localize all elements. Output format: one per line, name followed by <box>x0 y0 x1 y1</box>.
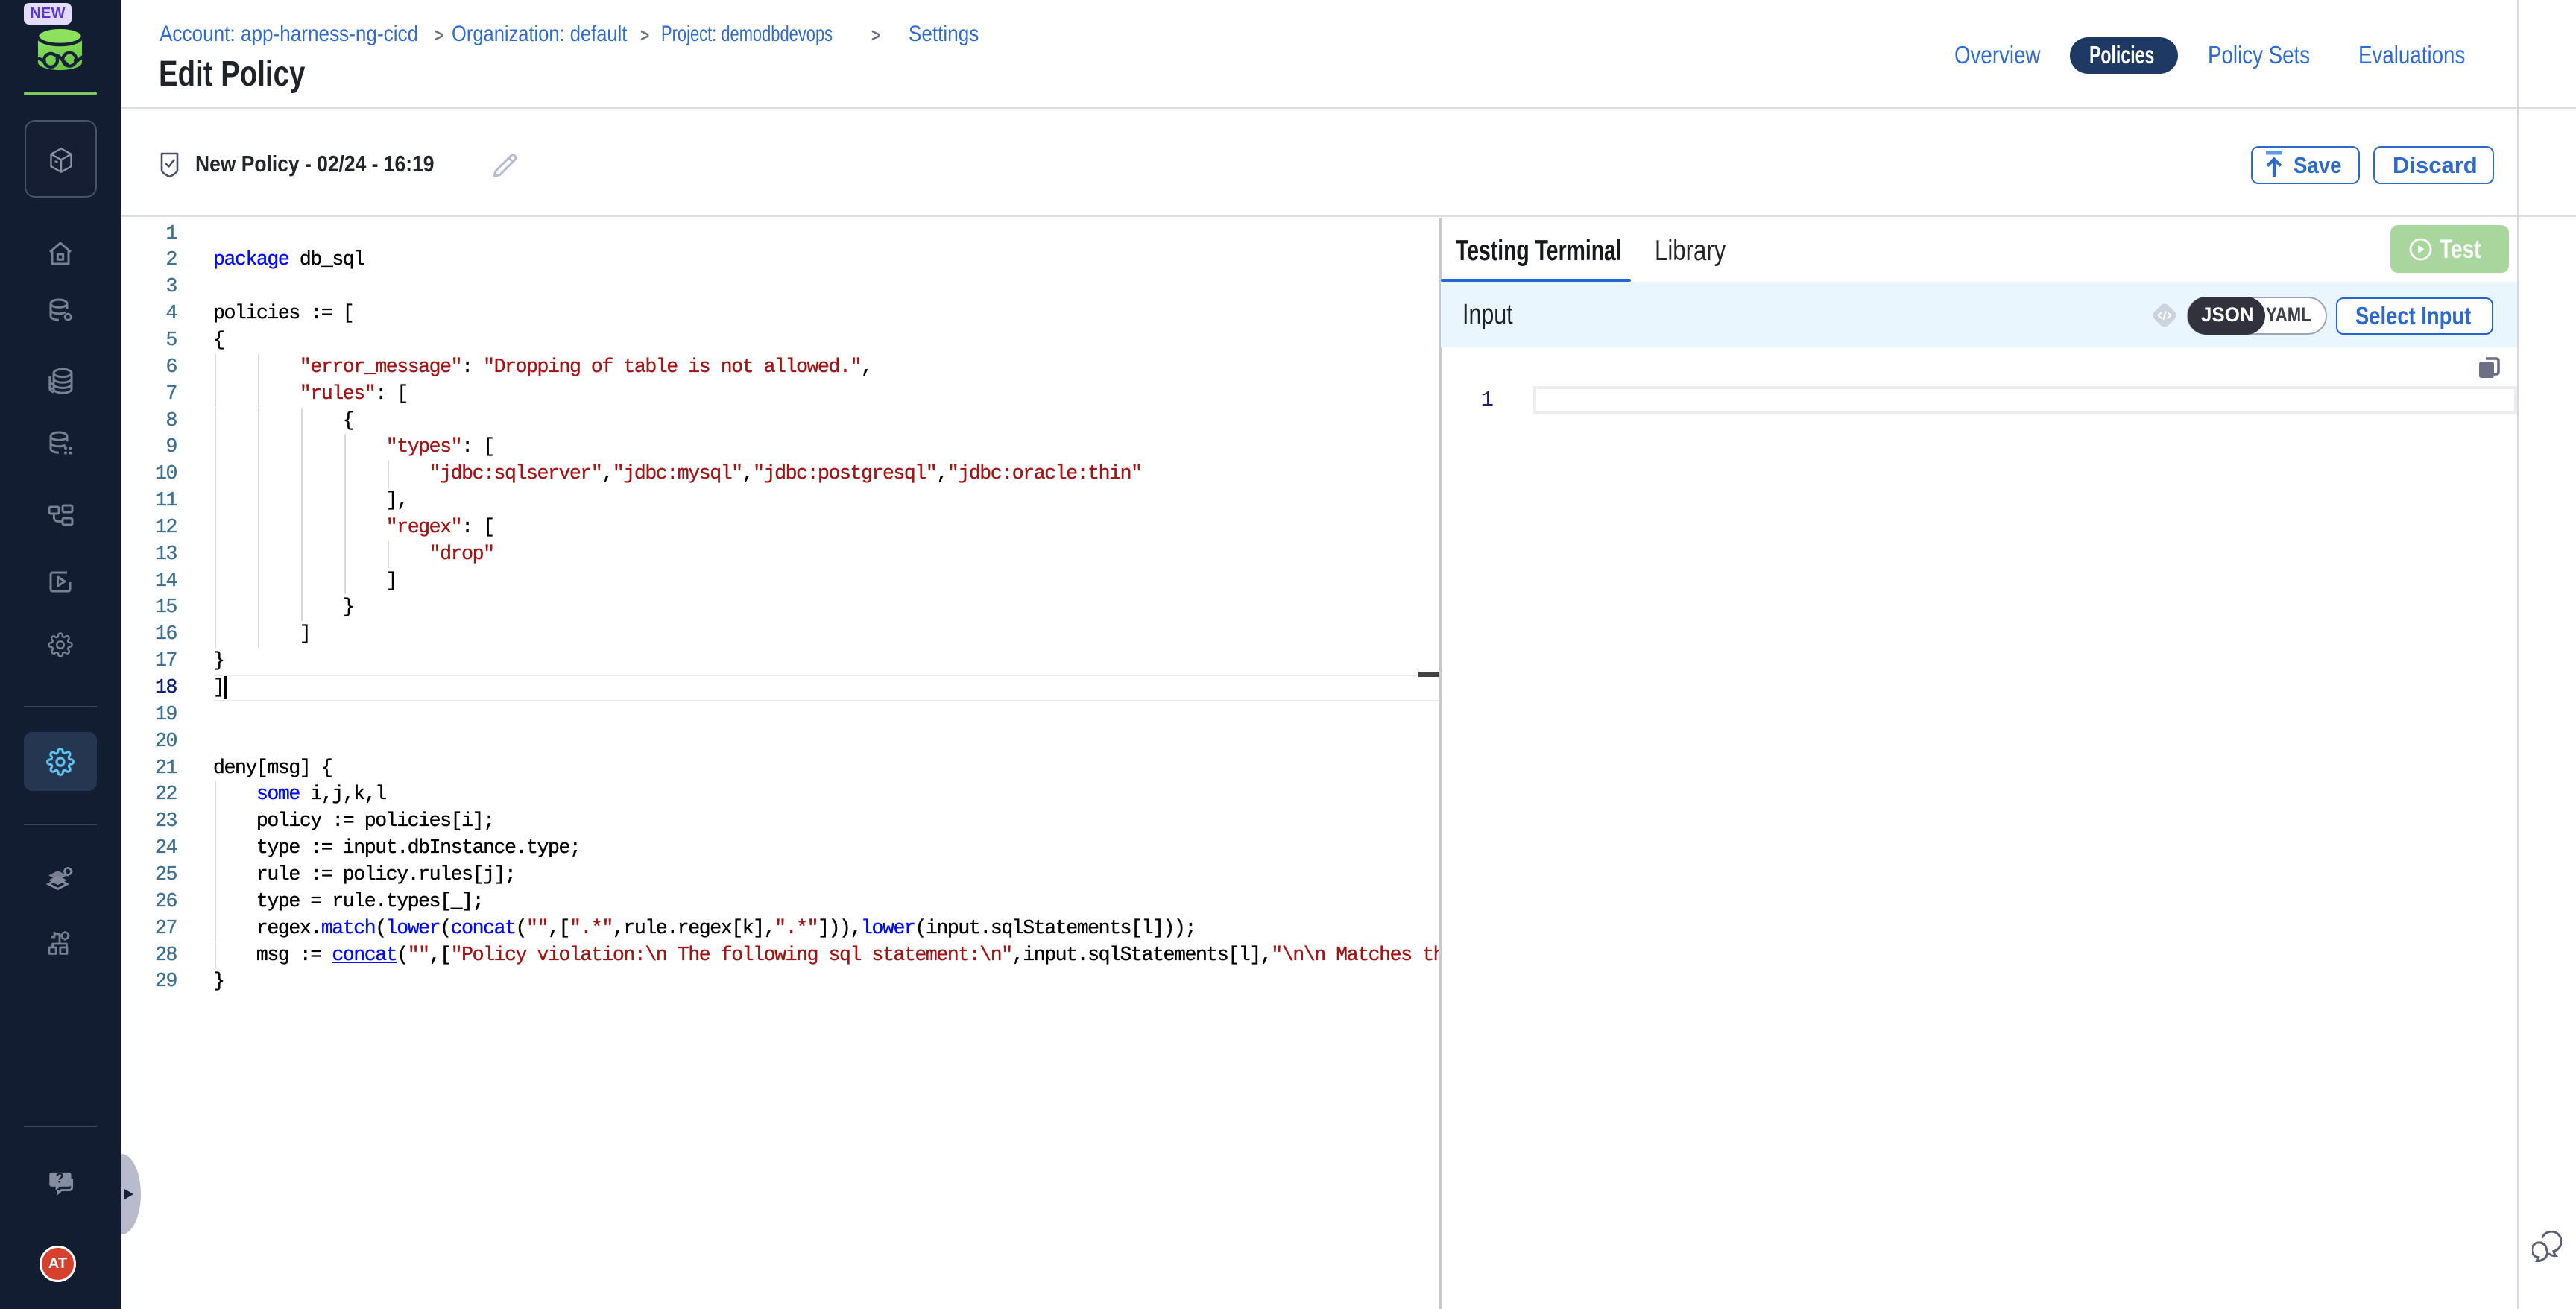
svg-text:?: ? <box>56 1170 64 1186</box>
